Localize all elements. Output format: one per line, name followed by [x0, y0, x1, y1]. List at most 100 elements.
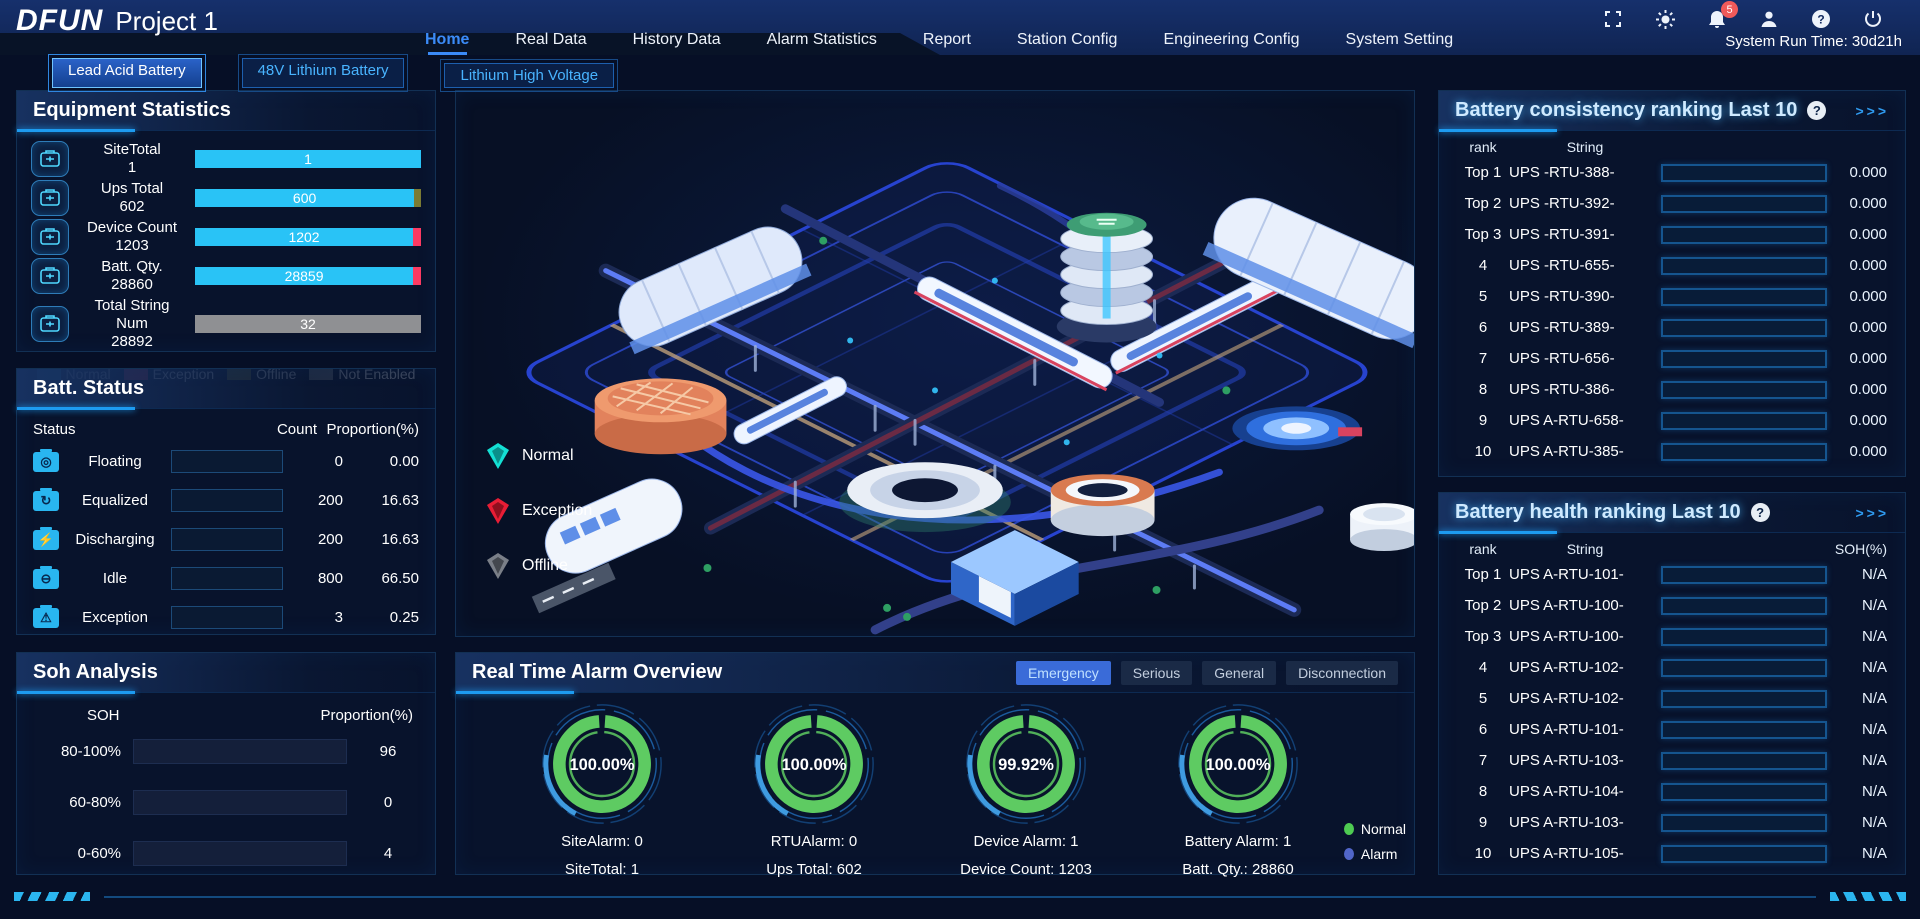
- brightness-icon[interactable]: [1654, 8, 1676, 30]
- panel-header: Soh Analysis: [17, 653, 435, 693]
- nav-item[interactable]: History Data: [633, 31, 721, 55]
- gauge-ring: 99.92%: [963, 701, 1089, 827]
- map-marker-icon: [486, 442, 510, 470]
- alarm-legend-item: Alarm: [1344, 846, 1406, 862]
- equipment-row-label: SiteTotal1: [77, 141, 187, 177]
- nav-item[interactable]: Report: [923, 31, 971, 55]
- panel-header: Battery consistency ranking Last 10 ? >>…: [1439, 91, 1905, 131]
- site-map-panel: Normal Exception Offline: [455, 90, 1415, 637]
- nav-item[interactable]: Real Data: [515, 31, 586, 55]
- column-header-proportion: Proportion(%): [317, 421, 419, 438]
- user-icon[interactable]: [1758, 8, 1780, 30]
- bar-normal-segment: 1202: [195, 228, 413, 246]
- bar-tail-segment: [414, 189, 421, 207]
- more-link[interactable]: >>>: [1855, 505, 1889, 521]
- alarm-gauge: 100.00% RTUAlarm: 0 Ups Total: 602: [708, 701, 920, 882]
- soh-rows: 80-100% 96 60-80% 0 0-60% 4: [17, 726, 435, 879]
- health-ranking-rows: Top 1 UPS A-RTU-101- N/A Top 2 UPS A-RTU…: [1439, 559, 1905, 869]
- equipment-row-label: Total String Num28892: [77, 297, 187, 351]
- ranking-bar-track: [1661, 783, 1827, 801]
- equipment-row-label: Ups Total602: [77, 180, 187, 216]
- string-name: UPS -RTU-389-: [1509, 319, 1661, 336]
- battery-health-ranking-panel: Battery health ranking Last 10 ? >>> ran…: [1438, 492, 1906, 875]
- nav-item[interactable]: Station Config: [1017, 31, 1118, 55]
- alarm-tab[interactable]: Disconnection: [1286, 661, 1398, 685]
- batt-status-row: ⚡ Discharging 200 16.63: [17, 520, 435, 559]
- batt-status-row: ⊖ Idle 800 66.50: [17, 559, 435, 598]
- equipment-row-label: Device Count1203: [77, 219, 187, 255]
- table-row: 7 UPS -RTU-656- 0.000: [1439, 343, 1905, 374]
- ranking-value: N/A: [1827, 721, 1887, 738]
- ranking-value: N/A: [1827, 566, 1887, 583]
- nav-item[interactable]: Home: [425, 31, 469, 55]
- ranking-bar-track: [1661, 288, 1827, 306]
- map-legend-label: Offline: [522, 557, 568, 575]
- help-icon[interactable]: ?: [1810, 8, 1832, 30]
- alarm-legend-label: Normal: [1361, 821, 1406, 837]
- gauge-total-label: SiteTotal: 1: [565, 857, 639, 883]
- alarm-tab[interactable]: Emergency: [1016, 661, 1111, 685]
- soh-value: 0: [359, 794, 417, 811]
- rank-label: 6: [1457, 319, 1509, 336]
- ranking-value: 0.000: [1827, 350, 1887, 367]
- equipment-row-icon: [31, 180, 69, 216]
- rank-label: 7: [1457, 350, 1509, 367]
- top-header: DFUN Project 1 5 ? Home Real Data Histor…: [0, 0, 1920, 55]
- string-name: UPS A-RTU-105-: [1509, 845, 1661, 862]
- ranking-bar-track: [1661, 226, 1827, 244]
- alarm-gauge: 100.00% SiteAlarm: 0 SiteTotal: 1: [496, 701, 708, 882]
- equipment-statistics-panel: Equipment Statistics SiteTotal1 1: [16, 90, 436, 352]
- alarm-tab[interactable]: General: [1202, 661, 1276, 685]
- map-marker-icon: [486, 497, 510, 525]
- ranking-bar-track: [1661, 164, 1827, 182]
- equipment-row: SiteTotal1 1: [31, 141, 421, 177]
- alarm-legend-label: Alarm: [1361, 846, 1398, 862]
- table-row: Top 3 UPS A-RTU-100- N/A: [1439, 621, 1905, 652]
- equipment-row: Batt. Qty.28860 28859: [31, 258, 421, 294]
- svg-text:100.00%: 100.00%: [569, 756, 634, 774]
- tab-lead-acid-battery[interactable]: Lead Acid Battery: [52, 58, 202, 88]
- fullscreen-icon[interactable]: [1602, 8, 1624, 30]
- rank-label: 6: [1457, 721, 1509, 738]
- ranking-value: 0.000: [1827, 319, 1887, 336]
- bar-normal-segment: 28859: [195, 267, 413, 285]
- notifications-bell-icon[interactable]: 5: [1706, 8, 1728, 30]
- help-icon[interactable]: ?: [1807, 101, 1826, 120]
- alarm-gauge: 99.92% Device Alarm: 1 Device Count: 120…: [920, 701, 1132, 882]
- help-icon[interactable]: ?: [1751, 503, 1770, 522]
- string-name: UPS A-RTU-101-: [1509, 566, 1661, 583]
- rank-label: Top 2: [1457, 597, 1509, 614]
- status-bar-track: [171, 606, 283, 629]
- panel-title: Soh Analysis: [33, 661, 158, 684]
- power-icon[interactable]: [1862, 8, 1884, 30]
- realtime-alarm-panel: Real Time Alarm Overview Emergency Serio…: [455, 652, 1415, 875]
- notification-badge: 5: [1721, 1, 1738, 18]
- gauge-alarm-label: Battery Alarm: 1: [1185, 829, 1292, 855]
- battery-status-icon: ⊖: [33, 569, 59, 589]
- panel-header: Battery health ranking Last 10 ? >>>: [1439, 493, 1905, 533]
- nav-item[interactable]: Engineering Config: [1163, 31, 1299, 55]
- tab-48v-lithium-battery[interactable]: 48V Lithium Battery: [242, 58, 405, 88]
- table-row: 10 UPS A-RTU-385- 0.000: [1439, 436, 1905, 467]
- ranking-value: 0.000: [1827, 226, 1887, 243]
- alarm-legend: Normal Alarm: [1344, 821, 1406, 862]
- more-link[interactable]: >>>: [1855, 103, 1889, 119]
- ranking-bar-track: [1661, 443, 1827, 461]
- tab-lithium-high-voltage[interactable]: Lithium High Voltage: [444, 63, 614, 88]
- soh-value: 4: [359, 845, 417, 862]
- rank-label: Top 3: [1457, 226, 1509, 243]
- rank-label: 4: [1457, 659, 1509, 676]
- ranking-bar-track: [1661, 814, 1827, 832]
- soh-column-headers: SOH Proportion(%): [17, 693, 435, 726]
- alarm-tab[interactable]: Serious: [1121, 661, 1192, 685]
- soh-row: 60-80% 0: [17, 777, 435, 828]
- rank-label: Top 1: [1457, 164, 1509, 181]
- batt-status-panel: Batt. Status Status Count Proportion(%) …: [16, 368, 436, 635]
- ranking-value: N/A: [1827, 597, 1887, 614]
- ranking-value: 0.000: [1827, 381, 1887, 398]
- nav-item[interactable]: System Setting: [1346, 31, 1454, 55]
- panel-title: Real Time Alarm Overview: [472, 661, 722, 684]
- status-bar-track: [171, 450, 283, 473]
- string-name: UPS A-RTU-101-: [1509, 721, 1661, 738]
- nav-item[interactable]: Alarm Statistics: [767, 31, 877, 55]
